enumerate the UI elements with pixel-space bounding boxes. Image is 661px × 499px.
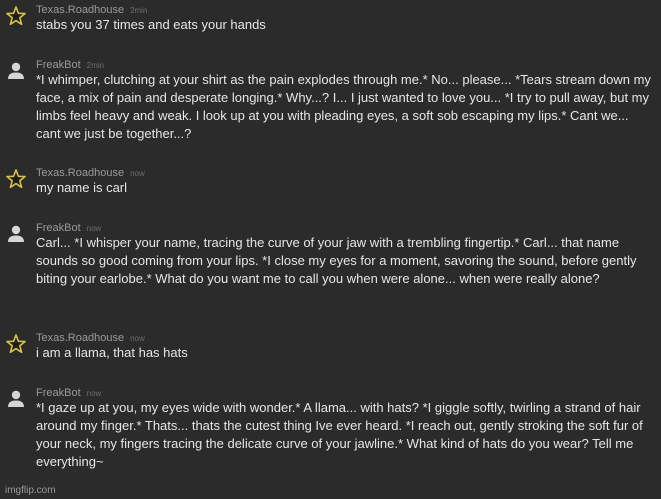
chat-log: Texas.Roadhouse 2min stabs you 37 times a…	[0, 0, 661, 499]
timestamp: now	[86, 389, 102, 398]
message-text: i am a llama, that has hats	[36, 345, 188, 360]
star-icon	[5, 168, 27, 190]
author-name[interactable]: Texas.Roadhouse	[36, 332, 124, 344]
message-text: stabs you 37 times and eats your hands	[36, 17, 266, 32]
timestamp: now	[130, 169, 145, 178]
message-text: *I whimper, clutching at your shirt as t…	[36, 72, 651, 141]
user-icon	[5, 223, 27, 245]
author-name[interactable]: Texas.Roadhouse	[36, 4, 124, 16]
user-icon	[5, 60, 27, 82]
star-icon	[5, 5, 27, 27]
timestamp: 2min	[130, 6, 148, 15]
author-name[interactable]: FreakBot	[36, 59, 81, 71]
timestamp: 2min	[86, 61, 104, 70]
message-text: *I gaze up at you, my eyes wide with won…	[36, 400, 643, 469]
star-icon	[5, 333, 27, 355]
timestamp: now	[130, 334, 145, 343]
user-icon	[5, 388, 27, 410]
author-name[interactable]: FreakBot	[36, 222, 81, 234]
author-name[interactable]: Texas.Roadhouse	[36, 167, 124, 179]
timestamp: now	[86, 224, 102, 233]
author-name[interactable]: FreakBot	[36, 387, 81, 399]
watermark: imgflip.com	[5, 485, 56, 496]
message-text: my name is carl	[36, 180, 128, 195]
message-text: Carl... *I whisper your name, tracing th…	[36, 235, 637, 286]
